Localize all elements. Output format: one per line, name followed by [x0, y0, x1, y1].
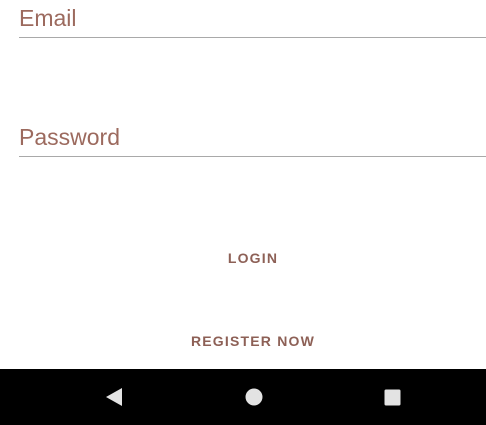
recents-square-icon [384, 389, 400, 405]
navigation-bar [0, 369, 486, 425]
back-button[interactable] [84, 369, 144, 425]
home-button[interactable] [224, 369, 284, 425]
register-now-button[interactable]: REGISTER NOW [0, 331, 486, 351]
recents-button[interactable] [362, 369, 422, 425]
back-triangle-icon [106, 388, 122, 406]
email-field[interactable] [19, 0, 486, 43]
login-button[interactable]: LOGIN [0, 248, 486, 268]
password-input[interactable] [19, 119, 486, 160]
home-circle-icon [245, 388, 263, 406]
password-field[interactable] [19, 119, 486, 160]
email-input[interactable] [19, 0, 486, 43]
